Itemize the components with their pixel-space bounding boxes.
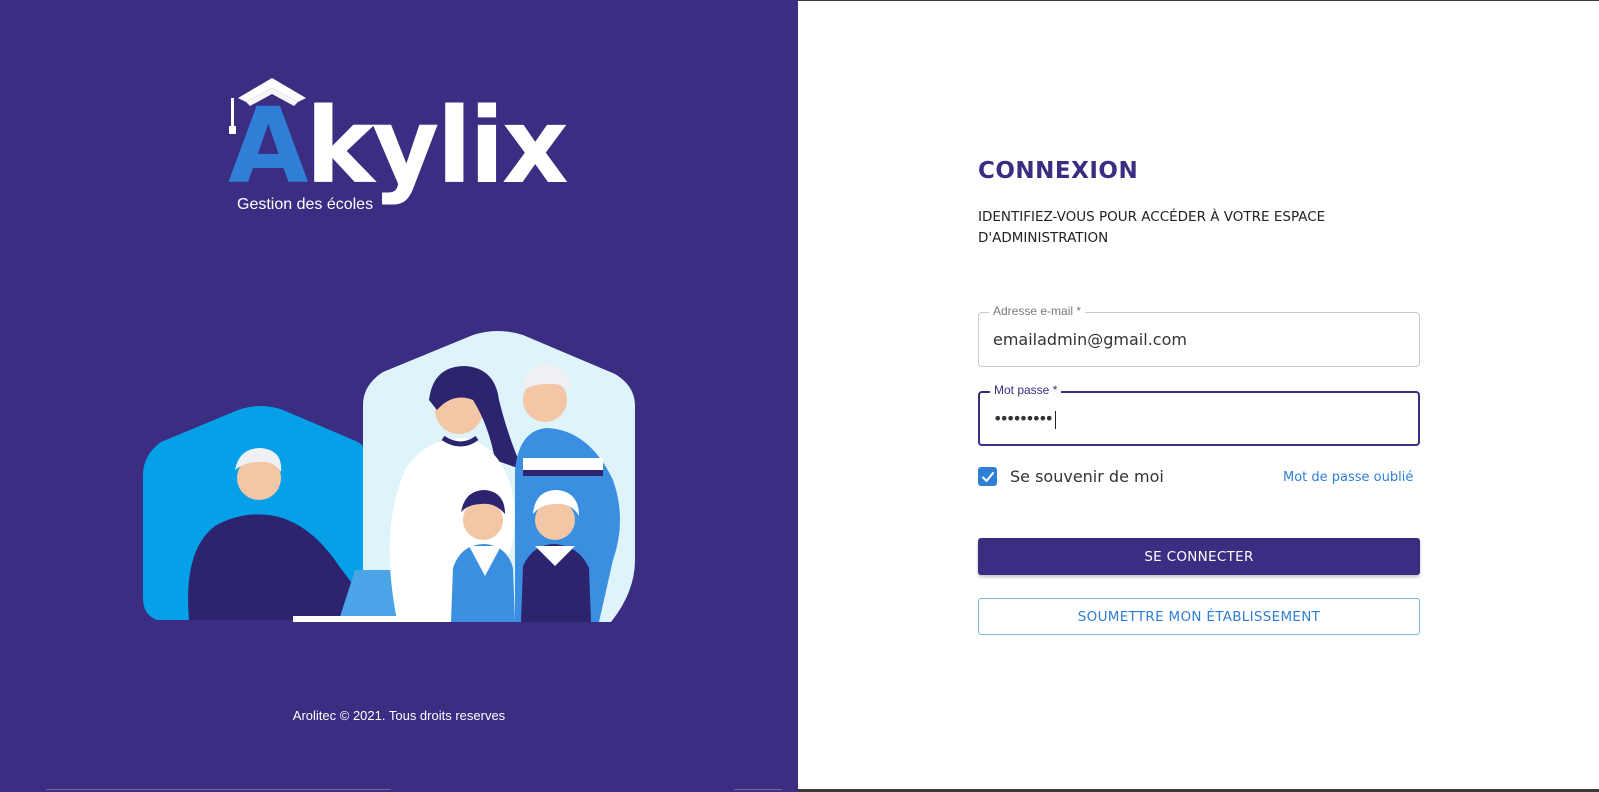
submit-establishment-button[interactable]: SOUMETTRE MON ÉTABLISSEMENT [978,598,1420,635]
copyright-text: Arolitec © 2021. Tous droits reserves [292,708,506,723]
family-illustration [143,331,635,622]
remember-me-checkbox[interactable] [978,467,997,486]
brand-tagline: Gestion des écoles [237,196,374,213]
brand-panel: Akylix Gestion des écoles Arolitec © 202… [0,0,798,792]
brand-name: Akylix [228,85,569,207]
login-subtitle: IDENTIFIEZ-VOUS POUR ACCÉDER À VOTRE ESP… [978,209,1326,246]
remember-me[interactable]: Se souvenir de moi [978,467,1164,486]
login-title: CONNEXION [978,158,1139,184]
forgot-password-link[interactable]: Mot de passe oublié [1283,470,1413,485]
email-value[interactable]: emailadmin@gmail.com [993,330,1187,349]
login-button[interactable]: SE CONNECTER [978,538,1420,575]
password-value[interactable]: ••••••••• [993,409,1056,429]
password-field[interactable]: Mot passe * ••••••••• [978,383,1420,446]
top-border [798,0,1599,1]
remember-me-label[interactable]: Se souvenir de moi [1010,467,1164,486]
email-label: Adresse e-mail * [989,304,1086,318]
akylix-logo: Akylix Gestion des écoles [228,72,569,232]
email-field[interactable]: Adresse e-mail * emailadmin@gmail.com [978,304,1420,367]
text-caret [1054,410,1056,429]
password-label: Mot passe * [990,383,1062,397]
check-icon [981,471,994,482]
